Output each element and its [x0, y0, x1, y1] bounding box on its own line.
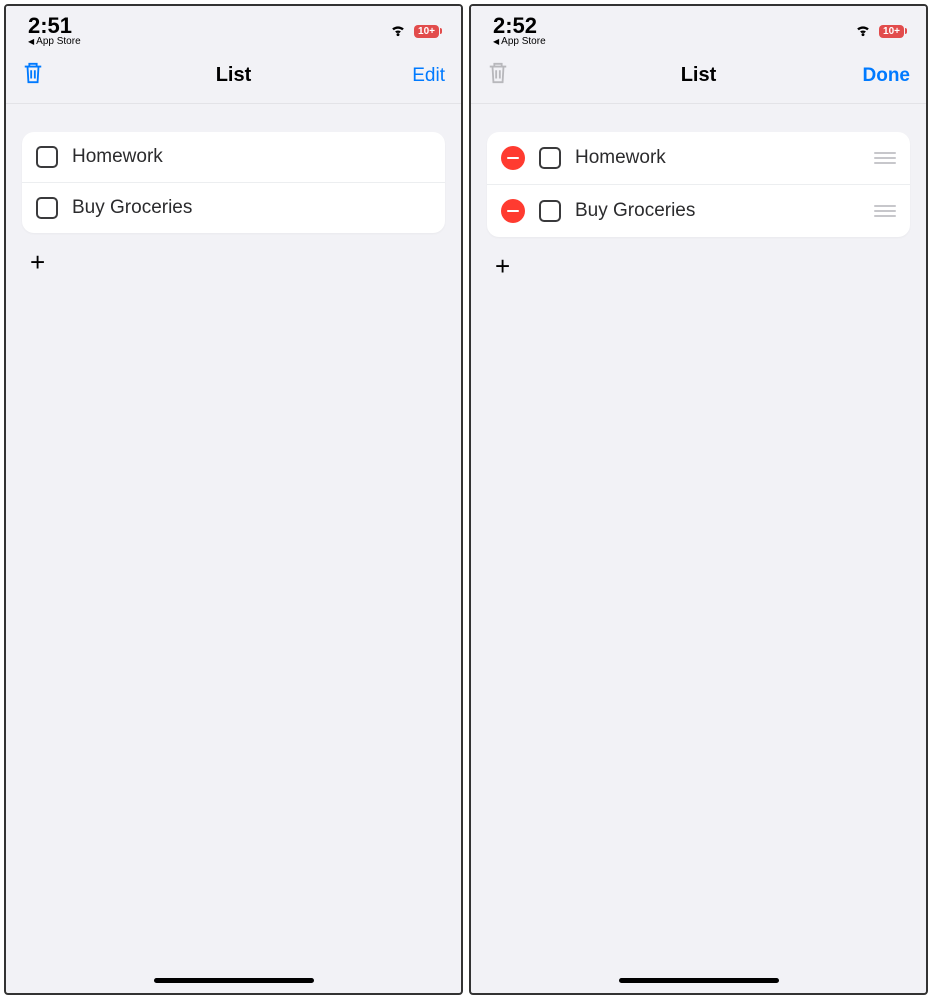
item-label: Homework: [72, 146, 431, 168]
back-to-appstore[interactable]: App Store: [493, 37, 546, 47]
home-indicator[interactable]: [154, 978, 314, 983]
status-right: 10+: [388, 19, 439, 44]
status-time: 2:51: [28, 15, 81, 37]
battery-badge: 10+: [879, 25, 904, 38]
delete-minus-icon[interactable]: [501, 146, 525, 170]
checkbox-icon[interactable]: [539, 200, 561, 222]
item-label: Homework: [575, 147, 860, 169]
list-item[interactable]: Homework: [487, 132, 910, 184]
back-to-appstore[interactable]: App Store: [28, 37, 81, 47]
wifi-icon: [388, 19, 408, 44]
checkbox-icon[interactable]: [539, 147, 561, 169]
status-left: 2:51 App Store: [28, 15, 81, 47]
home-indicator[interactable]: [619, 978, 779, 983]
status-left: 2:52 App Store: [493, 15, 546, 47]
list-item[interactable]: Buy Groceries: [22, 182, 445, 233]
list-item[interactable]: Buy Groceries: [487, 184, 910, 237]
reorder-handle-icon[interactable]: [874, 205, 896, 217]
done-button[interactable]: Done: [863, 65, 911, 87]
trash-icon: [487, 60, 509, 91]
item-label: Buy Groceries: [575, 200, 860, 222]
list-item[interactable]: Homework: [22, 132, 445, 182]
trash-icon[interactable]: [22, 60, 44, 91]
status-bar: 2:51 App Store 10+: [6, 6, 461, 50]
status-right: 10+: [853, 19, 904, 44]
nav-title: List: [82, 64, 385, 87]
item-label: Buy Groceries: [72, 197, 431, 219]
delete-minus-icon[interactable]: [501, 199, 525, 223]
checkbox-icon[interactable]: [36, 146, 58, 168]
phone-screen-2: 2:52 App Store 10+ List Done Homework: [469, 4, 928, 995]
add-item-button[interactable]: +: [22, 233, 445, 291]
nav-bar: List Edit: [6, 50, 461, 104]
todo-list: Homework Buy Groceries: [487, 132, 910, 237]
plus-icon: +: [30, 249, 45, 275]
nav-bar: List Done: [471, 50, 926, 104]
content-area: Homework Buy Groceries +: [471, 104, 926, 993]
checkbox-icon[interactable]: [36, 197, 58, 219]
nav-title: List: [547, 64, 850, 87]
wifi-icon: [853, 19, 873, 44]
reorder-handle-icon[interactable]: [874, 152, 896, 164]
battery-badge: 10+: [414, 25, 439, 38]
todo-list: Homework Buy Groceries: [22, 132, 445, 233]
status-time: 2:52: [493, 15, 546, 37]
plus-icon: +: [495, 253, 510, 279]
status-bar: 2:52 App Store 10+: [471, 6, 926, 50]
phone-screen-1: 2:51 App Store 10+ List Edit Homework: [4, 4, 463, 995]
add-item-button[interactable]: +: [487, 237, 910, 295]
content-area: Homework Buy Groceries +: [6, 104, 461, 993]
edit-button[interactable]: Edit: [412, 65, 445, 87]
